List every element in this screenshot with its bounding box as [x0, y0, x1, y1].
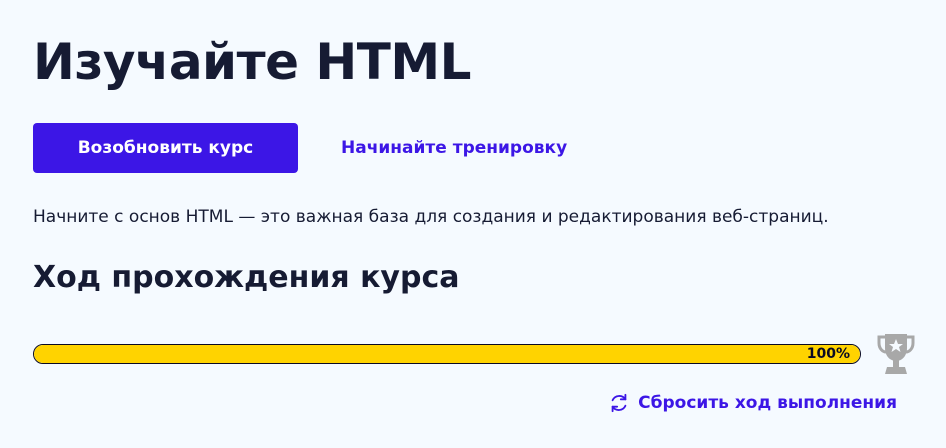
- course-description: Начните с основ HTML — это важная база д…: [33, 207, 829, 227]
- refresh-icon: [611, 393, 627, 413]
- start-practice-link[interactable]: Начинайте тренировку: [341, 138, 567, 158]
- progress-fill: [34, 345, 860, 363]
- resume-course-button[interactable]: Возобновить курс: [33, 123, 298, 173]
- progress-heading: Ход прохождения курса: [33, 260, 460, 295]
- progress-row: 100%: [33, 328, 915, 378]
- progress-bar: 100%: [33, 344, 861, 364]
- trophy-icon: [877, 334, 915, 374]
- reset-progress-button[interactable]: Сбросить ход выполнения: [608, 392, 897, 414]
- progress-percent: 100%: [806, 346, 850, 362]
- page-title: Изучайте HTML: [33, 33, 471, 91]
- course-actions: Возобновить курс Начинайте тренировку: [33, 123, 913, 173]
- reset-progress-label: Сбросить ход выполнения: [638, 393, 897, 413]
- course-page: Изучайте HTML Возобновить курс Начинайте…: [33, 30, 915, 413]
